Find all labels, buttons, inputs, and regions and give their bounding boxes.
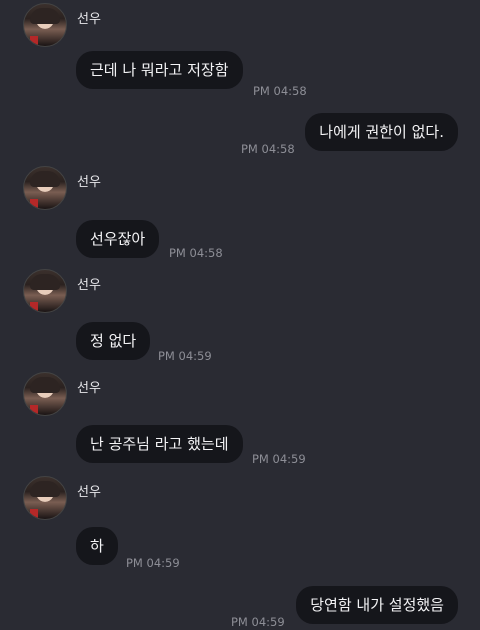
sender-avatar[interactable] — [23, 476, 67, 520]
sender-name: 선우 — [77, 175, 101, 190]
message-bubble[interactable]: 정 없다 — [76, 322, 151, 360]
sender-avatar[interactable] — [23, 3, 67, 47]
message-time: PM 04:59 — [252, 452, 306, 466]
message-time: PM 04:58 — [169, 246, 223, 260]
message-time: PM 04:59 — [126, 556, 180, 570]
message-time: PM 04:58 — [253, 84, 307, 98]
sender-avatar[interactable] — [23, 166, 67, 210]
message-bubble[interactable]: 하 — [76, 527, 118, 565]
message-bubble[interactable]: 근데 나 뭐라고 저장함 — [76, 51, 243, 89]
message-time: PM 04:58 — [241, 142, 295, 156]
message-bubble[interactable]: 나에게 권한이 없다. — [305, 113, 458, 151]
message-time: PM 04:59 — [158, 349, 212, 363]
message-bubble[interactable]: 당연함 내가 설정했음 — [296, 586, 458, 624]
sender-avatar[interactable] — [23, 372, 67, 416]
sender-name: 선우 — [77, 381, 101, 396]
message-time: PM 04:59 — [231, 615, 285, 629]
sender-name: 선우 — [77, 485, 101, 500]
message-bubble[interactable]: 난 공주님 라고 했는데 — [76, 425, 243, 463]
message-bubble[interactable]: 선우잖아 — [76, 220, 160, 258]
sender-name: 선우 — [77, 12, 101, 27]
sender-avatar[interactable] — [23, 269, 67, 313]
sender-name: 선우 — [77, 278, 101, 293]
